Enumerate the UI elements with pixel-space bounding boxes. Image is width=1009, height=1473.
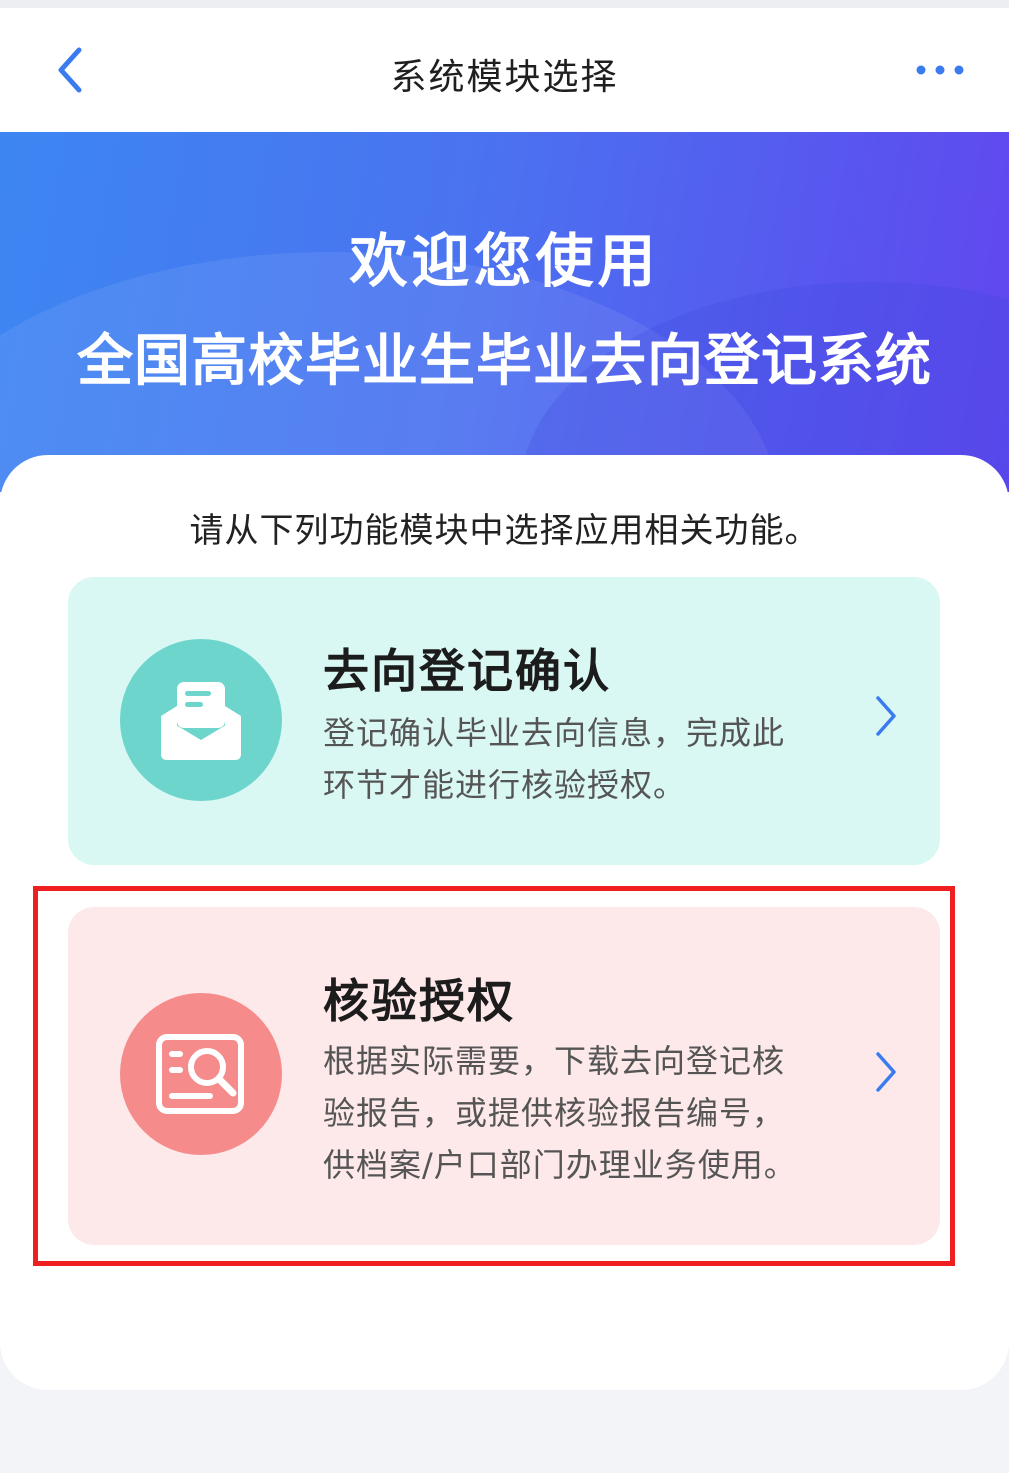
open-envelope-icon: [161, 682, 241, 760]
description-line: 根据实际需要，下载去向登记核: [323, 1042, 786, 1080]
module-title: 去向登记确认: [323, 644, 611, 698]
status-strip: [0, 0, 1009, 8]
module-title: 核验授权: [323, 974, 515, 1028]
system-name: 全国高校毕业生毕业去向登记系统: [77, 329, 932, 394]
description-line: 验报告，或提供核验报告编号，: [323, 1094, 786, 1132]
more-button[interactable]: [905, 48, 975, 92]
more-dots-icon: [916, 65, 964, 75]
chevron-right-icon: [868, 691, 904, 741]
module-description: 根据实际需要，下载去向登记核 验报告，或提供核验报告编号， 供档案/户口部门办理…: [323, 1035, 843, 1191]
module-card-destination-confirm[interactable]: 去向登记确认 登记确认毕业去向信息，完成此 环节才能进行核验授权。: [68, 577, 940, 865]
module-icon-circle: [120, 993, 282, 1155]
description-line: 环节才能进行核验授权。: [323, 766, 687, 804]
description-line: 登记确认毕业去向信息，完成此: [323, 714, 786, 752]
intro-text: 请从下列功能模块中选择应用相关功能。: [189, 511, 820, 551]
navigation-bar: 系统模块选择: [0, 8, 1009, 132]
welcome-banner: 欢迎您使用 全国高校毕业生毕业去向登记系统: [0, 132, 1009, 492]
module-icon-circle: [120, 639, 282, 801]
welcome-text: 欢迎您使用: [349, 227, 660, 295]
module-panel: 请从下列功能模块中选择应用相关功能。 去向登记确认 登记确认毕业去向信息，完成此…: [0, 455, 1009, 1390]
document-search-icon: [156, 1034, 244, 1114]
module-card-verify-authorize[interactable]: 核验授权 根据实际需要，下载去向登记核 验报告，或提供核验报告编号， 供档案/户…: [68, 907, 940, 1245]
description-line: 供档案/户口部门办理业务使用。: [323, 1146, 797, 1184]
page-title: 系统模块选择: [390, 57, 619, 98]
module-description: 登记确认毕业去向信息，完成此 环节才能进行核验授权。: [323, 707, 843, 811]
chevron-right-icon: [868, 1047, 904, 1097]
